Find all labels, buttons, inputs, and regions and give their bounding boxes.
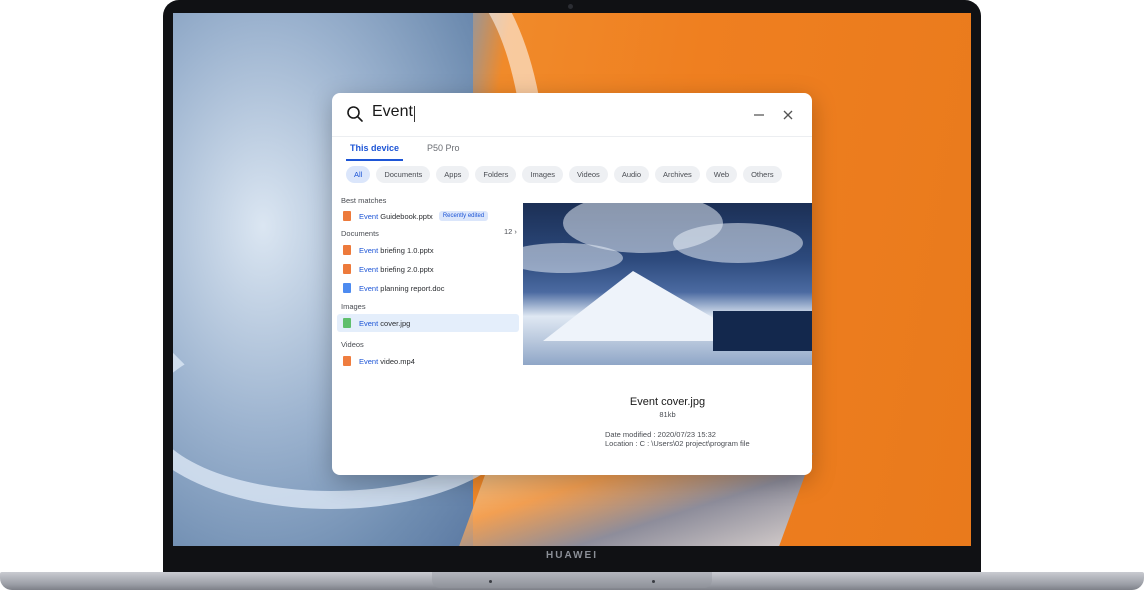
result-video[interactable]: Event video.mp4 [337, 352, 519, 370]
filter-chips: All Documents Apps Folders Images Videos… [346, 166, 782, 183]
file-name: briefing 2.0.pptx [378, 264, 434, 274]
result-document[interactable]: Event planning report.doc [337, 279, 519, 297]
section-images: Images [341, 302, 366, 311]
section-best-matches: Best matches [341, 196, 387, 205]
match-highlight: Event [359, 283, 379, 293]
video-file-icon [343, 356, 351, 366]
search-icon [347, 106, 363, 122]
section-videos: Videos [341, 340, 364, 349]
close-icon[interactable] [779, 106, 797, 124]
laptop-hinge [432, 572, 712, 588]
preview-file-name: Event cover.jpg [629, 396, 706, 408]
result-best-match[interactable]: Event Guidebook.pptx Recently edited [337, 207, 519, 225]
preview-location: Location : C : \Users\02 project\program… [605, 439, 750, 448]
tab-this-device[interactable]: This device [346, 141, 404, 161]
filter-all[interactable]: All [346, 166, 371, 183]
search-bar[interactable]: Event [332, 93, 812, 137]
file-name: planning report.doc [378, 283, 445, 293]
pptx-file-icon [343, 245, 351, 255]
tab-p50-pro[interactable]: P50 Pro [423, 141, 464, 161]
preview-file-size: 81kb [659, 410, 676, 419]
preview-pane: Event cover.jpg 81kb Date modified : 202… [523, 203, 812, 475]
doc-file-icon [343, 283, 351, 293]
file-name: video.mp4 [378, 356, 415, 366]
minimize-icon[interactable] [750, 106, 768, 124]
filter-videos[interactable]: Videos [569, 166, 608, 183]
result-image[interactable]: Event cover.jpg [337, 314, 519, 332]
match-highlight: Event [359, 264, 379, 274]
filter-web[interactable]: Web [705, 166, 738, 183]
match-highlight: Event [359, 356, 379, 366]
file-name: cover.jpg [378, 318, 411, 328]
search-window: Event This device P50 Pro All Documents … [332, 93, 812, 475]
filter-others[interactable]: Others [743, 166, 782, 183]
speaker-dot [652, 580, 655, 583]
pptx-file-icon [343, 264, 351, 274]
filter-archives[interactable]: Archives [655, 166, 700, 183]
match-highlight: Event [359, 245, 379, 255]
result-document[interactable]: Event briefing 2.0.pptx [337, 260, 519, 278]
file-name: Guidebook.pptx [378, 211, 433, 221]
documents-count[interactable]: 12 › [504, 227, 517, 236]
recently-edited-badge: Recently edited [438, 211, 489, 221]
pptx-file-icon [343, 211, 351, 221]
match-highlight: Event [359, 318, 379, 328]
image-file-icon [343, 318, 351, 328]
section-documents: Documents [341, 229, 379, 238]
match-highlight: Event [359, 211, 379, 221]
filter-apps[interactable]: Apps [436, 166, 470, 183]
brand-logo: HUAWEI [546, 550, 598, 561]
results-list: Best matches Event Guidebook.pptx Recent… [332, 191, 522, 475]
result-document[interactable]: Event briefing 1.0.pptx [337, 241, 519, 259]
source-tabs: This device P50 Pro [346, 141, 464, 161]
filter-documents[interactable]: Documents [376, 166, 431, 183]
search-input[interactable]: Event [372, 103, 413, 121]
filter-images[interactable]: Images [522, 166, 564, 183]
webcam [568, 4, 573, 9]
filter-folders[interactable]: Folders [475, 166, 517, 183]
file-name: briefing 1.0.pptx [378, 245, 434, 255]
filter-audio[interactable]: Audio [613, 166, 649, 183]
text-caret [414, 106, 415, 122]
preview-image [523, 203, 812, 365]
speaker-dot [489, 580, 492, 583]
preview-date-modified: Date modified : 2020/07/23 15:32 [605, 430, 716, 439]
